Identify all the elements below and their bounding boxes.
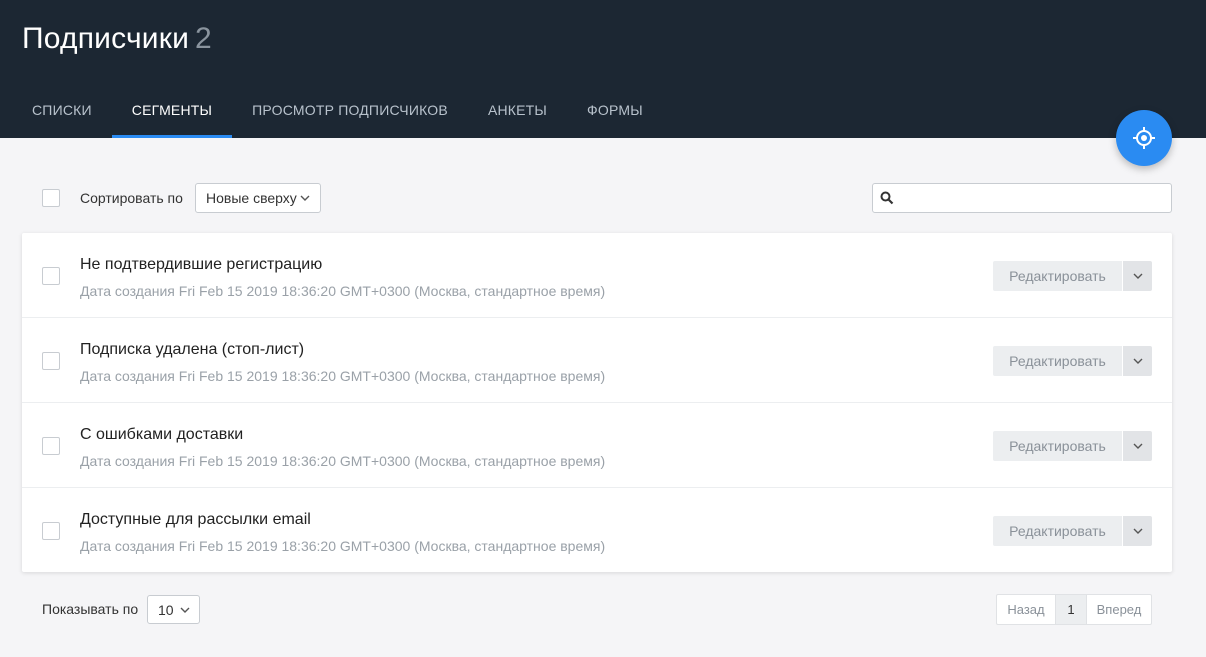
tab-bar: Списки Сегменты Просмотр подписчиков Анк… xyxy=(12,82,663,138)
row-checkbox[interactable] xyxy=(42,522,60,540)
segment-name[interactable]: Не подтвердившие регистрацию xyxy=(80,256,322,274)
edit-button[interactable]: Редактировать xyxy=(993,346,1122,376)
chevron-down-icon xyxy=(1133,443,1142,449)
row-checkbox[interactable] xyxy=(42,437,60,455)
segment-name[interactable]: Подписка удалена (стоп-лист) xyxy=(80,341,304,359)
chevron-down-icon xyxy=(1133,528,1142,534)
edit-button[interactable]: Редактировать xyxy=(993,261,1122,291)
edit-button[interactable]: Редактировать xyxy=(993,431,1122,461)
next-page-button[interactable]: Вперед xyxy=(1087,595,1151,624)
search-input[interactable] xyxy=(899,184,1167,212)
tab-lists[interactable]: Списки xyxy=(12,82,112,138)
segment-row: С ошибками доставки Дата создания Fri Fe… xyxy=(22,403,1172,488)
pagination: Назад 1 Вперед xyxy=(996,594,1152,625)
segment-created-date: Дата создания Fri Feb 15 2019 18:36:20 G… xyxy=(80,538,606,554)
segment-list: Не подтвердившие регистрацию Дата создан… xyxy=(22,233,1172,572)
row-checkbox[interactable] xyxy=(42,352,60,370)
sort-label: Сортировать по xyxy=(80,190,183,206)
subscriber-count: 2 xyxy=(195,22,212,55)
page-size-value: 10 xyxy=(158,601,174,618)
segment-name[interactable]: Доступные для рассылки email xyxy=(80,511,311,529)
page-number-button[interactable]: 1 xyxy=(1056,595,1087,624)
segment-created-date: Дата создания Fri Feb 15 2019 18:36:20 G… xyxy=(80,368,606,384)
chevron-down-icon xyxy=(300,195,310,201)
tab-surveys[interactable]: Анкеты xyxy=(468,82,567,138)
chevron-down-icon xyxy=(180,607,190,613)
select-all-checkbox[interactable] xyxy=(42,189,60,207)
row-checkbox[interactable] xyxy=(42,267,60,285)
search-box[interactable] xyxy=(872,183,1172,213)
chevron-down-icon xyxy=(1133,358,1142,364)
segment-row: Подписка удалена (стоп-лист) Дата создан… xyxy=(22,318,1172,403)
page-title-text: Подписчики xyxy=(22,22,190,55)
chevron-down-icon xyxy=(1133,273,1142,279)
edit-dropdown-button[interactable] xyxy=(1123,516,1152,546)
app-header: Подписчики 2 Списки Сегменты Просмотр под… xyxy=(0,0,1206,138)
edit-dropdown-button[interactable] xyxy=(1123,346,1152,376)
floating-action-button[interactable] xyxy=(1116,110,1172,166)
page-size-select[interactable]: 10 xyxy=(147,595,200,624)
edit-dropdown-button[interactable] xyxy=(1123,261,1152,291)
sort-select-value: Новые сверху xyxy=(206,190,297,206)
search-icon xyxy=(880,191,894,205)
segment-row: Доступные для рассылки email Дата создан… xyxy=(22,488,1172,572)
page-title: Подписчики 2 xyxy=(22,22,212,56)
segment-created-date: Дата создания Fri Feb 15 2019 18:36:20 G… xyxy=(80,453,606,469)
tab-forms[interactable]: Формы xyxy=(567,82,663,138)
edit-button[interactable]: Редактировать xyxy=(993,516,1122,546)
tab-view-subscribers[interactable]: Просмотр подписчиков xyxy=(232,82,468,138)
segment-name[interactable]: С ошибками доставки xyxy=(80,426,243,444)
page-size-label: Показывать по xyxy=(42,601,139,617)
sort-select[interactable]: Новые сверху xyxy=(195,183,321,213)
prev-page-button[interactable]: Назад xyxy=(997,595,1056,624)
target-icon xyxy=(1133,127,1155,149)
tab-segments[interactable]: Сегменты xyxy=(111,82,233,138)
segment-row: Не подтвердившие регистрацию Дата создан… xyxy=(22,233,1172,318)
segment-created-date: Дата создания Fri Feb 15 2019 18:36:20 G… xyxy=(80,283,606,299)
edit-dropdown-button[interactable] xyxy=(1123,431,1152,461)
